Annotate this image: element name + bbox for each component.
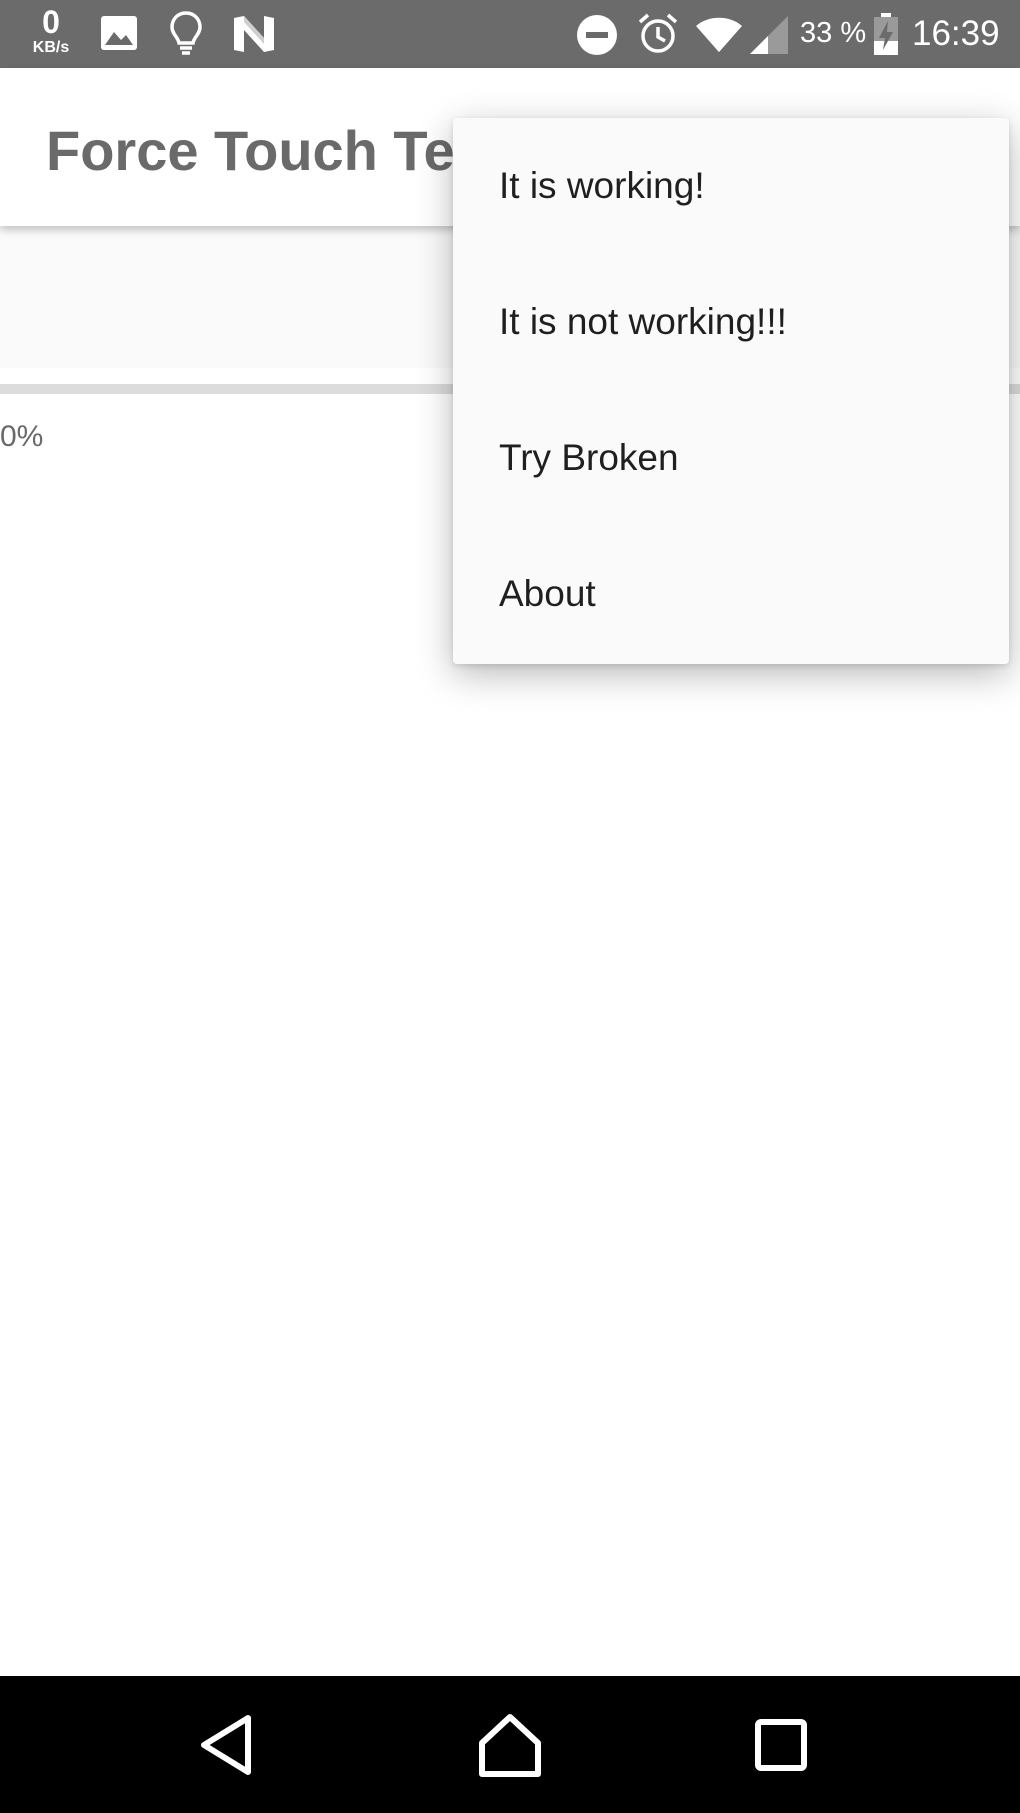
battery-charging-icon: [872, 12, 900, 56]
network-speed-value: 0: [42, 4, 60, 40]
recents-icon: [746, 1710, 816, 1780]
menu-item-label: It is not working!!!: [499, 301, 787, 342]
navigation-bar: [0, 1676, 1020, 1813]
n-logo-icon: [232, 14, 276, 54]
back-icon: [192, 1710, 262, 1780]
home-button[interactable]: [475, 1710, 545, 1780]
overflow-menu: It is working! It is not working!!! Try …: [453, 118, 1009, 664]
battery-percentage: 33 %: [800, 17, 867, 49]
pressure-percentage-label: 0%: [0, 420, 44, 453]
page-title: Force Touch Tes: [46, 119, 486, 182]
alarm-icon: [636, 12, 680, 56]
signal-icon: [748, 14, 790, 56]
menu-item-label: It is working!: [499, 165, 705, 206]
status-bar: 0 KB/s 33 % 16:39: [0, 0, 1020, 68]
home-icon: [475, 1710, 545, 1780]
back-button[interactable]: [192, 1710, 262, 1780]
menu-item-try-broken[interactable]: Try Broken: [453, 390, 1009, 526]
menu-item-about[interactable]: About: [453, 526, 1009, 662]
menu-item-label: Try Broken: [499, 437, 679, 478]
network-speed-indicator: 0 KB/s: [24, 6, 78, 62]
lightbulb-icon: [168, 10, 204, 58]
menu-item-it-is-not-working[interactable]: It is not working!!!: [453, 254, 1009, 390]
recents-button[interactable]: [746, 1710, 816, 1780]
menu-item-it-is-working[interactable]: It is working!: [453, 118, 1009, 254]
image-icon: [100, 15, 138, 51]
status-clock: 16:39: [912, 14, 1000, 53]
wifi-icon: [694, 14, 744, 54]
network-speed-unit: KB/s: [32, 39, 70, 56]
menu-item-label: About: [499, 573, 596, 614]
do-not-disturb-icon: [576, 14, 618, 56]
